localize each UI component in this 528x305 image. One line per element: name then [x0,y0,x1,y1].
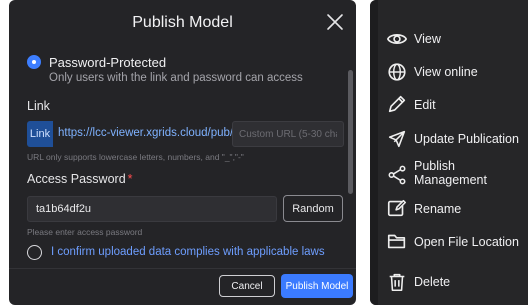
password-protected-description: Only users with the link and password ca… [49,72,303,84]
menu-item-label: Publish Management [414,159,487,187]
password-hint: Please enter access password [27,227,143,237]
menu-item-view-online[interactable]: View online [370,60,528,84]
confirm-compliance-row[interactable]: I confirm uploaded data complies with ap… [27,243,347,263]
menu-item-label: Rename [414,202,462,216]
url-hint: URL only supports lowercase letters, num… [27,152,244,162]
menu-item-label: View online [414,65,478,79]
file-context-menu: View View online Edit Update Publication… [370,0,528,305]
confirm-compliance-label[interactable]: I confirm uploaded data complies with ap… [51,246,325,258]
access-password-input[interactable] [27,196,277,222]
menu-item-label: Edit [414,98,436,112]
custom-url-input[interactable] [232,121,344,147]
send-icon [386,128,408,150]
folder-icon [386,230,408,252]
password-protected-label: Password-Protected [49,55,167,70]
access-password-label: Access Password [27,172,126,186]
cancel-button[interactable]: Cancel [219,275,275,297]
menu-item-update-publication[interactable]: Update Publication [370,127,528,151]
required-mark: * [127,172,133,186]
menu-item-edit[interactable]: Edit [370,93,528,117]
pencil-icon [386,93,408,115]
confirm-checkbox[interactable] [27,245,42,260]
globe-icon [386,61,408,83]
trash-icon [386,271,408,293]
footer-divider [9,268,356,269]
menu-item-open-file-location[interactable]: Open File Location [370,229,528,255]
dialog-title: Publish Model [132,14,233,31]
menu-item-label: View [414,32,441,46]
menu-item-label: Update Publication [414,132,519,146]
menu-item-label: Open File Location [414,235,519,249]
eye-icon [386,28,408,50]
menu-item-publish-management[interactable]: Publish Management [370,156,528,192]
link-heading: Link [27,99,50,113]
link-base-url: https://lcc-viewer.xgrids.cloud/pub/ [58,127,234,139]
rename-icon [386,197,408,219]
menu-item-rename[interactable]: Rename [370,196,528,222]
access-password-heading: Access Password * [27,172,133,186]
close-icon[interactable] [325,12,345,32]
random-password-button[interactable]: Random [283,195,343,222]
menu-item-label: Delete [414,275,451,289]
link-row: Link https://lcc-viewer.xgrids.cloud/pub… [27,121,349,147]
radio-selected-icon[interactable] [27,55,41,69]
publish-model-button[interactable]: Publish Model [281,274,353,298]
publish-model-dialog: Publish Model Password-Protected Only us… [9,0,356,305]
link-prefix-badge: Link [27,121,53,147]
dialog-header: Publish Model [9,0,356,44]
menu-item-delete[interactable]: Delete [370,270,528,296]
menu-item-view[interactable]: View [370,27,528,51]
share-icon [386,164,408,186]
